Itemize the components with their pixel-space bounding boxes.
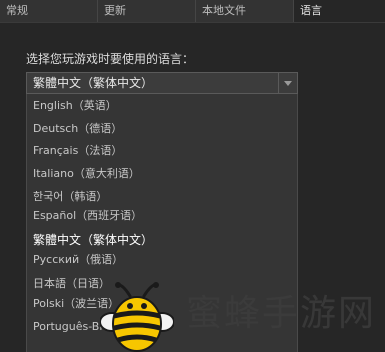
language-option-traditional-chinese[interactable]: 繁體中文（繁体中文） [33,232,153,248]
language-option-french[interactable]: Français（法语） [33,143,122,159]
language-prompt: 选择您玩游戏时要使用的语言： [26,52,195,66]
tab-updates[interactable]: 更新 [98,0,196,22]
language-option-english[interactable]: English（英语） [33,98,117,114]
language-select-value: 繁體中文（繁体中文） [33,76,154,90]
language-option-german[interactable]: Deutsch（德语） [33,121,122,137]
chevron-down-icon [284,81,292,86]
tab-local-files[interactable]: 本地文件 [196,0,294,22]
bee-logo-icon [100,282,174,352]
language-option-russian[interactable]: Русский（俄语） [33,252,123,268]
tab-language[interactable]: 语言 [294,0,385,22]
language-option-spanish[interactable]: Español（西班牙语） [33,208,142,224]
language-select[interactable]: 繁體中文（繁体中文） [26,72,298,94]
tab-general[interactable]: 常规 [0,0,98,22]
language-option-italian[interactable]: Italiano（意大利语） [33,166,140,182]
language-option-japanese[interactable]: 日本語（日语） [33,276,110,292]
language-option-korean[interactable]: 한국어（韩语） [33,189,107,205]
tab-bar: 常规 更新 本地文件 语言 [0,0,385,23]
watermark-text: 蜜蜂手游网 [186,293,377,334]
dropdown-toggle[interactable] [278,73,297,93]
